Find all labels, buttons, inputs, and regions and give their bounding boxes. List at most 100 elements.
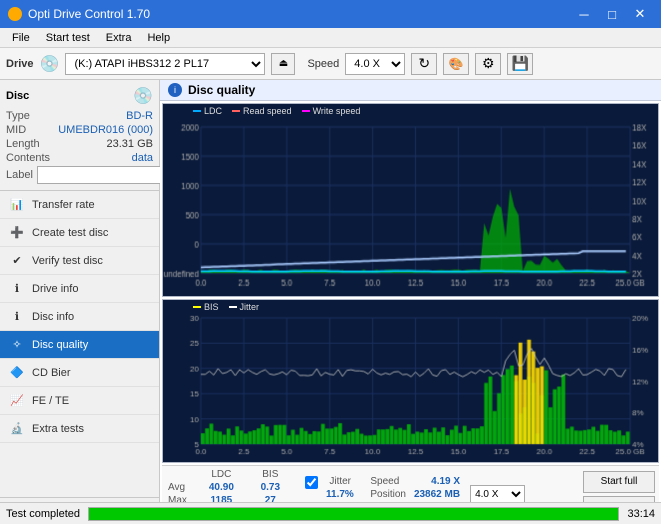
disc-contents-row: Contents data [6,152,153,164]
fe-te-icon: 📈 [10,394,24,408]
sidebar-item-cd-bier[interactable]: 🔷 CD Bier [0,359,159,387]
legend-jitter-dot [229,306,237,308]
stats-col-ldc-header: LDC [197,468,252,481]
stats-avg-label: Avg [166,481,197,494]
sidebar-item-transfer-rate[interactable]: 📊 Transfer rate [0,191,159,219]
sidebar-item-fe-te[interactable]: 📈 FE / TE [0,387,159,415]
disc-icon: 💿 [133,86,153,106]
disc-length-row: Length 23.31 GB [6,138,153,150]
drive-icon: 💿 [40,54,60,74]
maximize-button[interactable]: □ [599,4,625,24]
title-bar-controls: ─ □ ✕ [571,4,653,24]
stats-speed-select[interactable]: 4.0 X [470,485,525,503]
disc-section-title: Disc [6,90,29,102]
disc-info-section: Disc 💿 Type BD-R MID UMEBDR016 (000) Len… [0,80,159,191]
progress-bar-fill [89,508,618,520]
disc-length-key: Length [6,138,40,150]
legend-write-speed-dot [302,110,310,112]
legend-bis-label: BIS [204,302,219,312]
sidebar-label-fe-te: FE / TE [32,395,69,407]
chart2-canvas [163,300,658,462]
disc-quality-header-icon: i [168,83,182,97]
speed-row-position: Position 23862 MB [370,489,460,500]
menu-file[interactable]: File [4,30,38,46]
legend-write-speed: Write speed [302,106,361,116]
chart1-container: LDC Read speed Write speed [162,103,659,297]
drive-label: Drive [6,58,34,70]
title-bar: Opti Drive Control 1.70 ─ □ ✕ [0,0,661,28]
disc-info-icon: ℹ [10,310,24,324]
speed-avg-val: 4.19 X [431,476,460,487]
sidebar-item-verify-test-disc[interactable]: ✔ Verify test disc [0,247,159,275]
disc-type-row: Type BD-R [6,110,153,122]
color-button[interactable]: 🎨 [443,53,469,75]
sidebar-label-cd-bier: CD Bier [32,367,71,379]
sidebar-label-drive-info: Drive info [32,283,78,295]
speed-avg-key: Speed [370,476,399,487]
legend-jitter: Jitter [229,302,260,312]
sidebar-label-verify-test-disc: Verify test disc [32,255,103,267]
disc-mid-key: MID [6,124,26,136]
disc-label-input[interactable] [37,166,177,184]
legend-read-speed-label: Read speed [243,106,292,116]
drive-toolbar: Drive 💿 (K:) ATAPI iHBS312 2 PL17 ⏏ Spee… [0,48,661,80]
app-icon [8,7,22,21]
speed-select[interactable]: 4.0 X [345,53,405,75]
disc-type-val: BD-R [126,110,153,122]
legend-read-speed-dot [232,110,240,112]
disc-quality-title: Disc quality [188,83,255,97]
disc-quality-header: i Disc quality [160,80,661,101]
sidebar-item-disc-info[interactable]: ℹ Disc info [0,303,159,331]
stats-col-bis-header: BIS [252,468,295,481]
sidebar-item-extra-tests[interactable]: 🔬 Extra tests [0,415,159,443]
settings-button[interactable]: ⚙ [475,53,501,75]
legend-read-speed: Read speed [232,106,292,116]
nav-items: 📊 Transfer rate ➕ Create test disc ✔ Ver… [0,191,159,497]
extra-tests-icon: 🔬 [10,422,24,436]
sidebar-label-extra-tests: Extra tests [32,423,84,435]
eject-button[interactable]: ⏏ [271,53,295,75]
charts-area: LDC Read speed Write speed [160,101,661,524]
title-bar-left: Opti Drive Control 1.70 [8,7,150,21]
sidebar-item-create-test-disc[interactable]: ➕ Create test disc [0,219,159,247]
legend-ldc-label: LDC [204,106,222,116]
speed-row-avg: Speed 4.19 X [370,476,460,487]
jitter-avg-row: 11.7% [326,488,360,501]
legend-ldc-dot [193,110,201,112]
close-button[interactable]: ✕ [627,4,653,24]
sidebar-item-disc-quality[interactable]: ✧ Disc quality [0,331,159,359]
disc-header: Disc 💿 [6,86,153,106]
disc-type-key: Type [6,110,30,122]
disc-contents-key: Contents [6,152,50,164]
speed-position-val: 23862 MB [414,489,460,500]
disc-mid-row: MID UMEBDR016 (000) [6,124,153,136]
disc-label-key: Label [6,169,33,181]
stats-avg-ldc: 40.90 [197,481,252,494]
menu-bar: File Start test Extra Help [0,28,661,48]
menu-help[interactable]: Help [139,30,178,46]
speed-label: Speed [307,58,339,70]
main-layout: Disc 💿 Type BD-R MID UMEBDR016 (000) Len… [0,80,661,524]
bottom-bar: Test completed 33:14 [0,502,661,524]
app-title: Opti Drive Control 1.70 [28,7,150,21]
save-button[interactable]: 💾 [507,53,533,75]
stats-avg-row: Avg 40.90 0.73 [166,481,295,494]
minimize-button[interactable]: ─ [571,4,597,24]
drive-info-icon: ℹ [10,282,24,296]
sidebar-label-disc-quality: Disc quality [32,339,88,351]
legend-jitter-label: Jitter [240,302,260,312]
legend-write-speed-label: Write speed [313,106,361,116]
sidebar-item-drive-info[interactable]: ℹ Drive info [0,275,159,303]
transfer-rate-icon: 📊 [10,198,24,212]
speed-position-key: Position [370,489,406,500]
sidebar-label-create-test-disc: Create test disc [32,227,108,239]
drive-select[interactable]: (K:) ATAPI iHBS312 2 PL17 [65,53,265,75]
disc-length-val: 23.31 GB [107,138,153,150]
refresh-button[interactable]: ↻ [411,53,437,75]
menu-start-test[interactable]: Start test [38,30,98,46]
bottom-time: 33:14 [627,508,655,520]
menu-extra[interactable]: Extra [98,30,140,46]
stats-avg-bis: 0.73 [252,481,295,494]
start-full-button[interactable]: Start full [583,471,655,493]
jitter-checkbox[interactable] [305,476,318,489]
